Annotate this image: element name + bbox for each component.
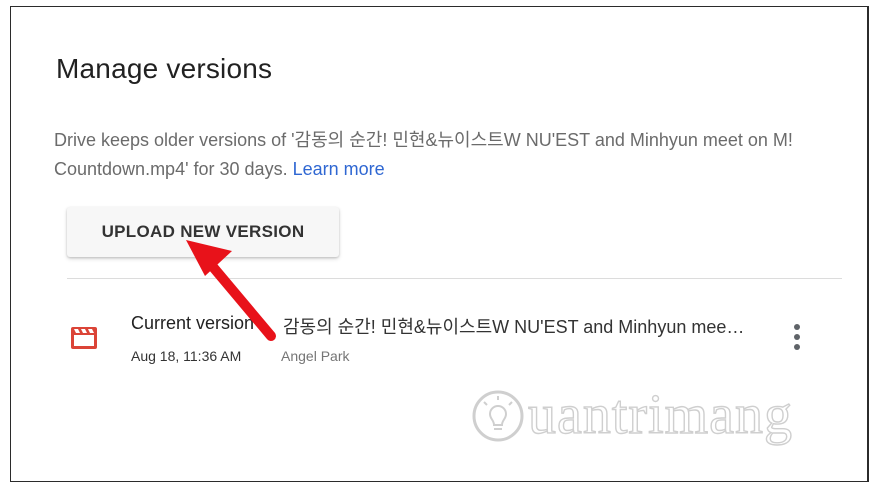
current-version-label: Current version <box>131 313 255 333</box>
dialog-description: Drive keeps older versions of '감동의 순간! 민… <box>54 126 824 184</box>
version-row: Current version 감동의 순간! 민현&뉴이스트W NU'EST … <box>11 297 859 377</box>
version-timestamp: Aug 18, 11:36 AM <box>131 348 242 364</box>
version-file-name: 감동의 순간! 민현&뉴이스트W NU'EST and Minhyun meet… <box>283 317 745 337</box>
learn-more-link[interactable]: Learn more <box>293 159 385 179</box>
version-author: Angel Park <box>281 348 350 364</box>
manage-versions-dialog: Manage versions Drive keeps older versio… <box>10 6 869 482</box>
video-file-icon <box>71 327 97 349</box>
divider <box>67 278 842 279</box>
upload-new-version-button[interactable]: UPLOAD NEW VERSION <box>67 207 339 257</box>
description-text: Drive keeps older versions of '감동의 순간! 민… <box>54 130 793 179</box>
dialog-title: Manage versions <box>56 53 273 84</box>
more-options-icon[interactable] <box>781 319 813 359</box>
